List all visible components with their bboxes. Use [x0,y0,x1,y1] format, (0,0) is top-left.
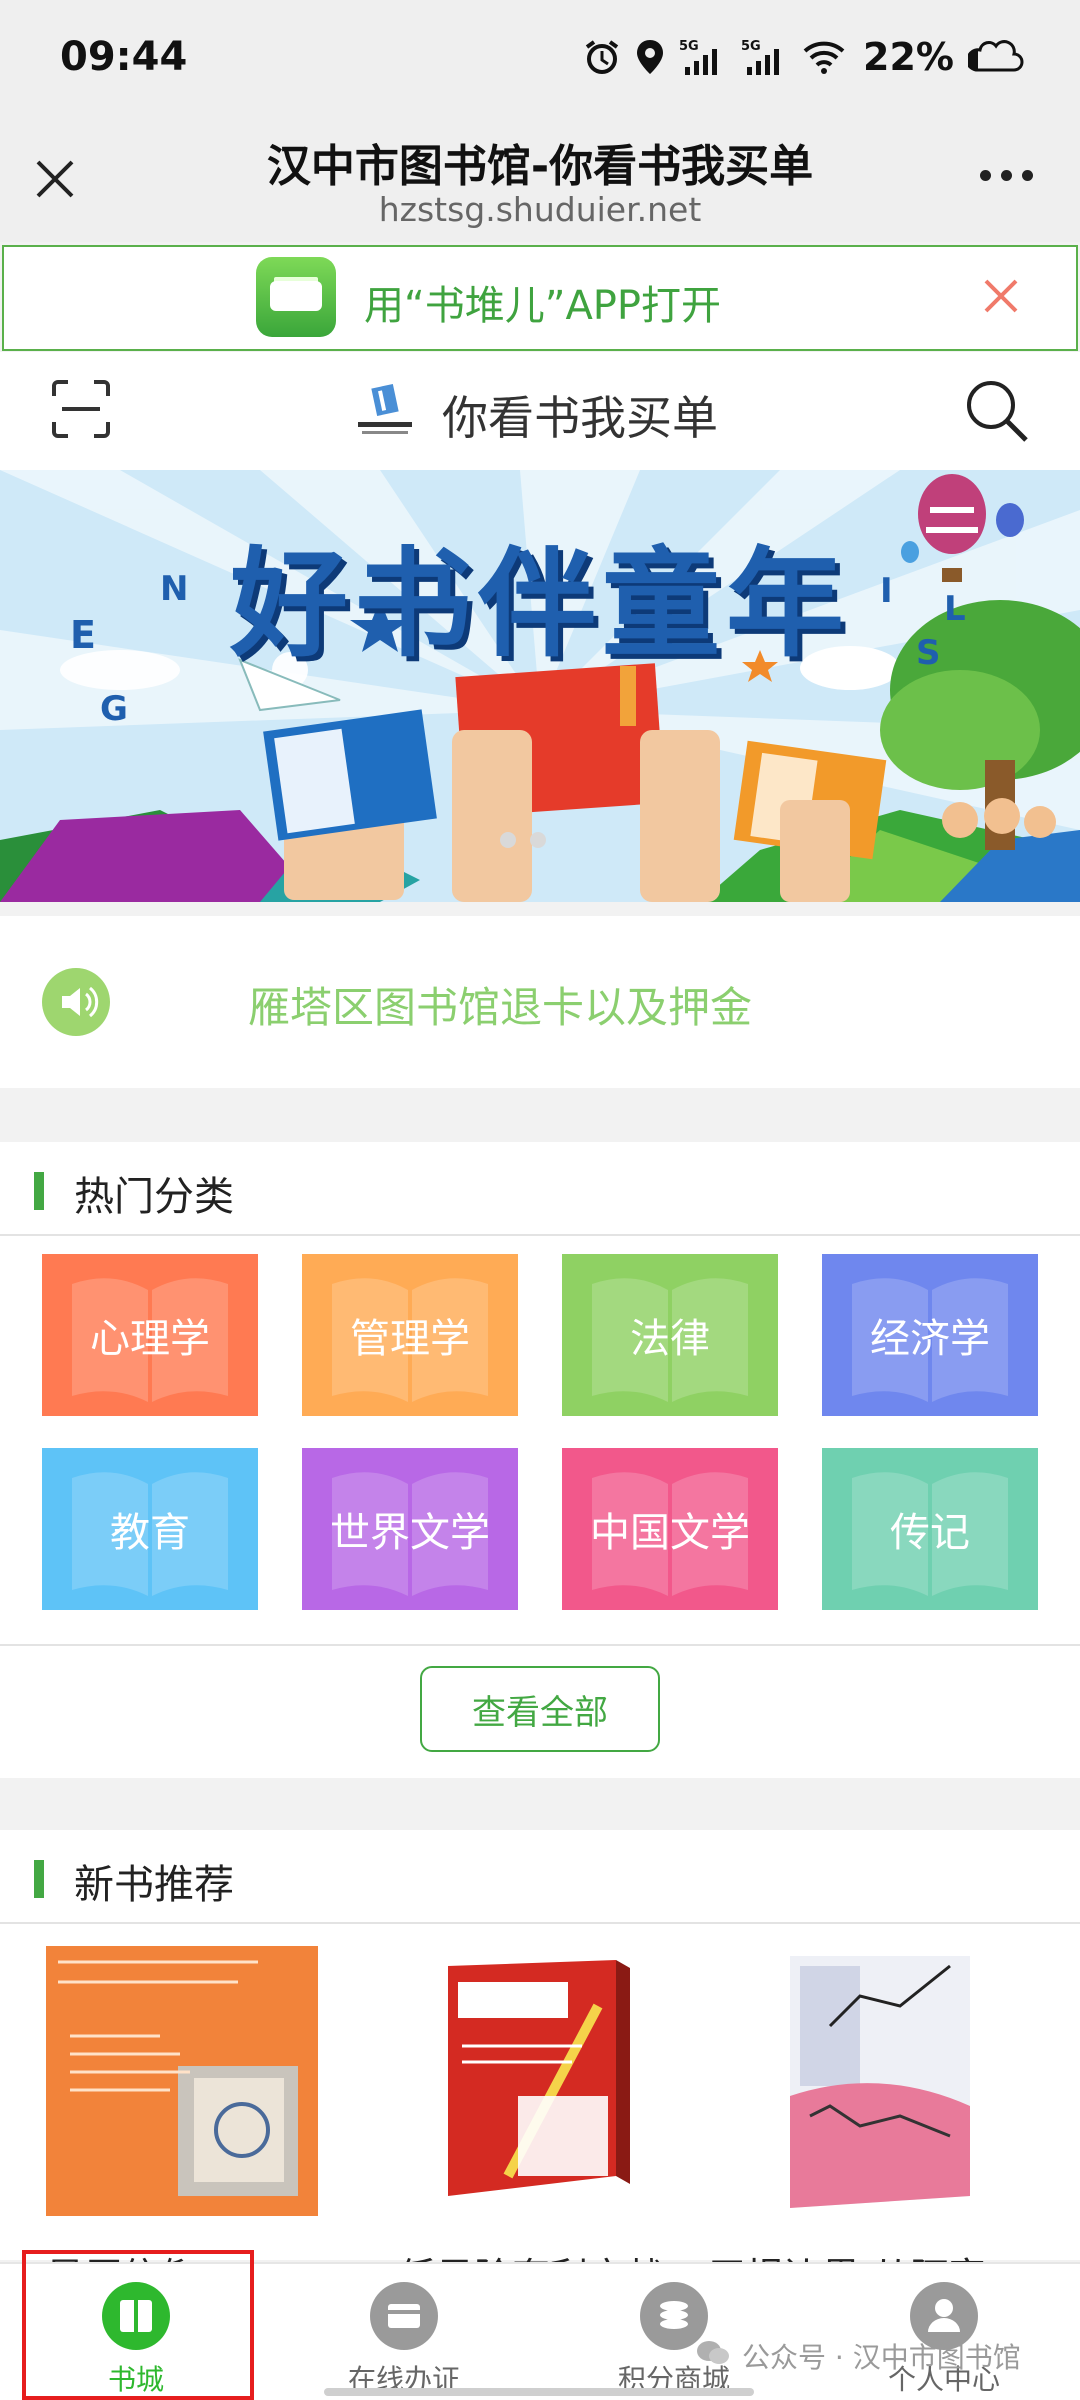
highlight-annotation [22,2250,254,2400]
category-tile[interactable]: 经济学 [822,1254,1038,1416]
svg-text:5G: 5G [679,39,699,54]
wechat-icon [697,2341,729,2364]
category-label: 心理学 [90,1316,210,1362]
category-label: 法律 [630,1316,710,1362]
notice-bar[interactable]: 雁塔区图书馆退卡以及押金 [0,916,1080,1088]
category-tile[interactable]: 世界文学 [302,1448,518,1610]
category-tile[interactable]: 管理学 [302,1254,518,1416]
book-card[interactable]: 星辰信仰 [46,1946,318,2299]
hot-categories-section: 热门分类 心理学 管理学 法律 经济学 教育 世界文学 中国文学 传记 查看全部 [0,1142,1080,1778]
view-all-button[interactable]: 查看全部 [420,1666,660,1752]
hero-banner[interactable]: E N G I L S 好书伴童年 [0,470,1080,902]
signal-5g-icon: 5G [741,39,780,75]
section-title: 热门分类 [74,1174,234,1220]
app-logo-icon [256,257,336,337]
watermark-text: 公众号 · 汉中市图书馆 [742,2341,1021,2374]
hero-title: 好书伴童年 [229,535,850,673]
battery-percent: 22% [863,35,954,79]
page-url: hzstsg.shuduier.net [378,190,702,229]
section-accent-bar [34,1860,44,1898]
category-tile[interactable]: 教育 [42,1448,258,1610]
divider [0,1644,1080,1646]
book-card[interactable]: 低风险套利实战 [398,1946,670,2299]
signal-5g-icon: 5G [679,39,718,75]
category-label: 世界文学 [330,1510,490,1556]
library-logo [358,384,412,434]
open-in-app-banner[interactable]: 用“书堆儿”APP打开 [2,245,1078,351]
category-tile[interactable]: 心理学 [42,1254,258,1416]
dot-icon [1001,170,1012,181]
status-bar: 09:44 5G 5G 22% [0,0,1080,118]
dot-icon [1022,170,1033,181]
speaker-icon [42,968,110,1036]
status-time: 09:44 [60,34,188,80]
close-icon[interactable] [30,154,80,204]
carousel-dot[interactable] [500,832,516,848]
dot-icon [980,170,991,181]
section-title: 新书推荐 [74,1862,234,1908]
nav-item-online-card[interactable]: 在线办证 [314,2282,494,2398]
carousel-dots[interactable] [500,832,546,848]
more-options-button[interactable] [980,170,1040,190]
wifi-icon [803,41,845,74]
book-card[interactable]: 无惧边界 从阿富… [708,1946,1024,2299]
book-cover [46,1946,318,2216]
home-indicator[interactable] [324,2388,754,2396]
svg-text:G: G [100,689,128,729]
new-books-section: 新书推荐 星辰信仰 低风险套利实战 [0,1830,1080,2299]
location-icon [637,40,664,74]
category-tile[interactable]: 中国文学 [562,1448,778,1610]
open-in-app-text: 用“书堆儿”APP打开 [364,283,722,329]
book-cover [398,1946,670,2216]
category-label: 传记 [890,1510,970,1556]
scan-icon[interactable] [50,378,112,440]
category-label: 中国文学 [590,1510,750,1556]
status-icons: 5G 5G 22% [583,32,1024,82]
section-accent-bar [34,1172,44,1210]
category-tile[interactable]: 传记 [822,1448,1038,1610]
notice-text: 雁塔区图书馆退卡以及押金 [248,983,753,1032]
site-header: 你看书我买单 [0,352,1080,470]
carousel-dot[interactable] [530,832,546,848]
site-name: 你看书我买单 [442,391,718,445]
category-grid: 心理学 管理学 法律 经济学 教育 世界文学 中国文学 传记 [42,1254,1038,1610]
category-label: 教育 [110,1510,190,1556]
browser-header: 汉中市图书馆-你看书我买单 hzstsg.shuduier.net [0,118,1080,242]
banner-close-icon[interactable] [976,271,1026,321]
card-icon [370,2282,438,2350]
nav-item-points-mall[interactable]: 积分商城 [584,2282,764,2398]
svg-text:5G: 5G [741,39,761,54]
category-label: 经济学 [870,1316,990,1362]
category-tile[interactable]: 法律 [562,1254,778,1416]
page-title: 汉中市图书馆-你看书我买单 [266,141,814,192]
category-label: 管理学 [350,1316,470,1362]
alarm-icon [585,40,619,74]
book-cover [740,1946,1012,2216]
section-header: 新书推荐 [0,1830,1080,1924]
section-header: 热门分类 [0,1142,1080,1236]
battery-icon [968,40,1024,72]
search-icon[interactable] [962,376,1030,444]
